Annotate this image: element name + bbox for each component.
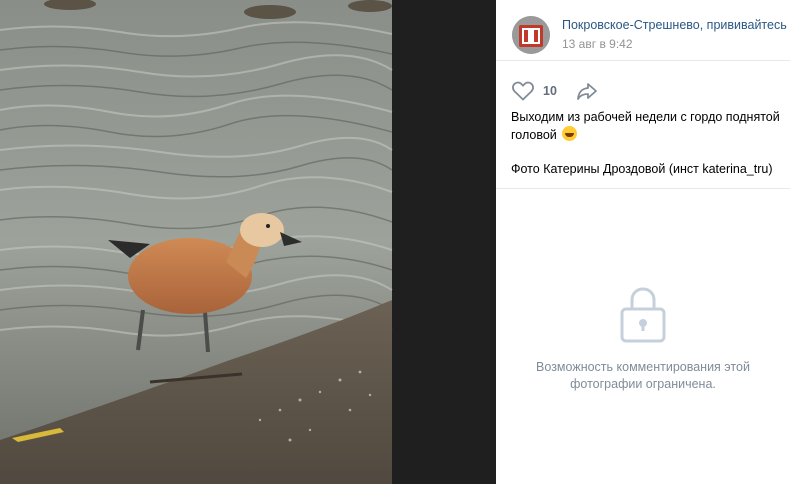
heart-icon [512, 81, 534, 101]
author-name-link[interactable]: Покровское-Стрешнево, прививайтесь [562, 17, 788, 34]
duck-photo-image [0, 0, 393, 484]
community-avatar[interactable] [512, 16, 550, 54]
post-actions: 10 [496, 61, 790, 105]
comments-closed-text: Возможность комментирования этой фотогра… [536, 360, 750, 391]
photo-sidebar: Покровское-Стрешнево, прививайтесь 13 ав… [496, 0, 790, 484]
post-date[interactable]: 13 авг в 9:42 [562, 36, 788, 53]
author-block: Покровское-Стрешнево, прививайтесь 13 ав… [496, 0, 790, 61]
grinning-emoji-icon [562, 126, 578, 141]
post-caption: Выходим из рабочей недели с гордо поднят… [496, 105, 790, 178]
comments-closed-block: Возможность комментирования этой фотогра… [496, 189, 790, 484]
photo-viewer: Покровское-Стрешнево, прививайтесь 13 ав… [0, 0, 790, 484]
caption-line-2: Фото Катерины Дроздовой (инст katerina_t… [511, 162, 773, 176]
like-count: 10 [543, 84, 557, 98]
community-logo-icon [512, 16, 550, 54]
caption-line-1: Выходим из рабочей недели с гордо поднят… [511, 110, 780, 142]
lock-icon [620, 287, 666, 343]
author-info: Покровское-Стрешнево, прививайтесь 13 ав… [562, 17, 788, 53]
share-arrow-icon [577, 83, 597, 100]
like-button[interactable]: 10 [511, 81, 557, 101]
share-button[interactable] [575, 81, 599, 101]
photo[interactable] [0, 0, 496, 484]
